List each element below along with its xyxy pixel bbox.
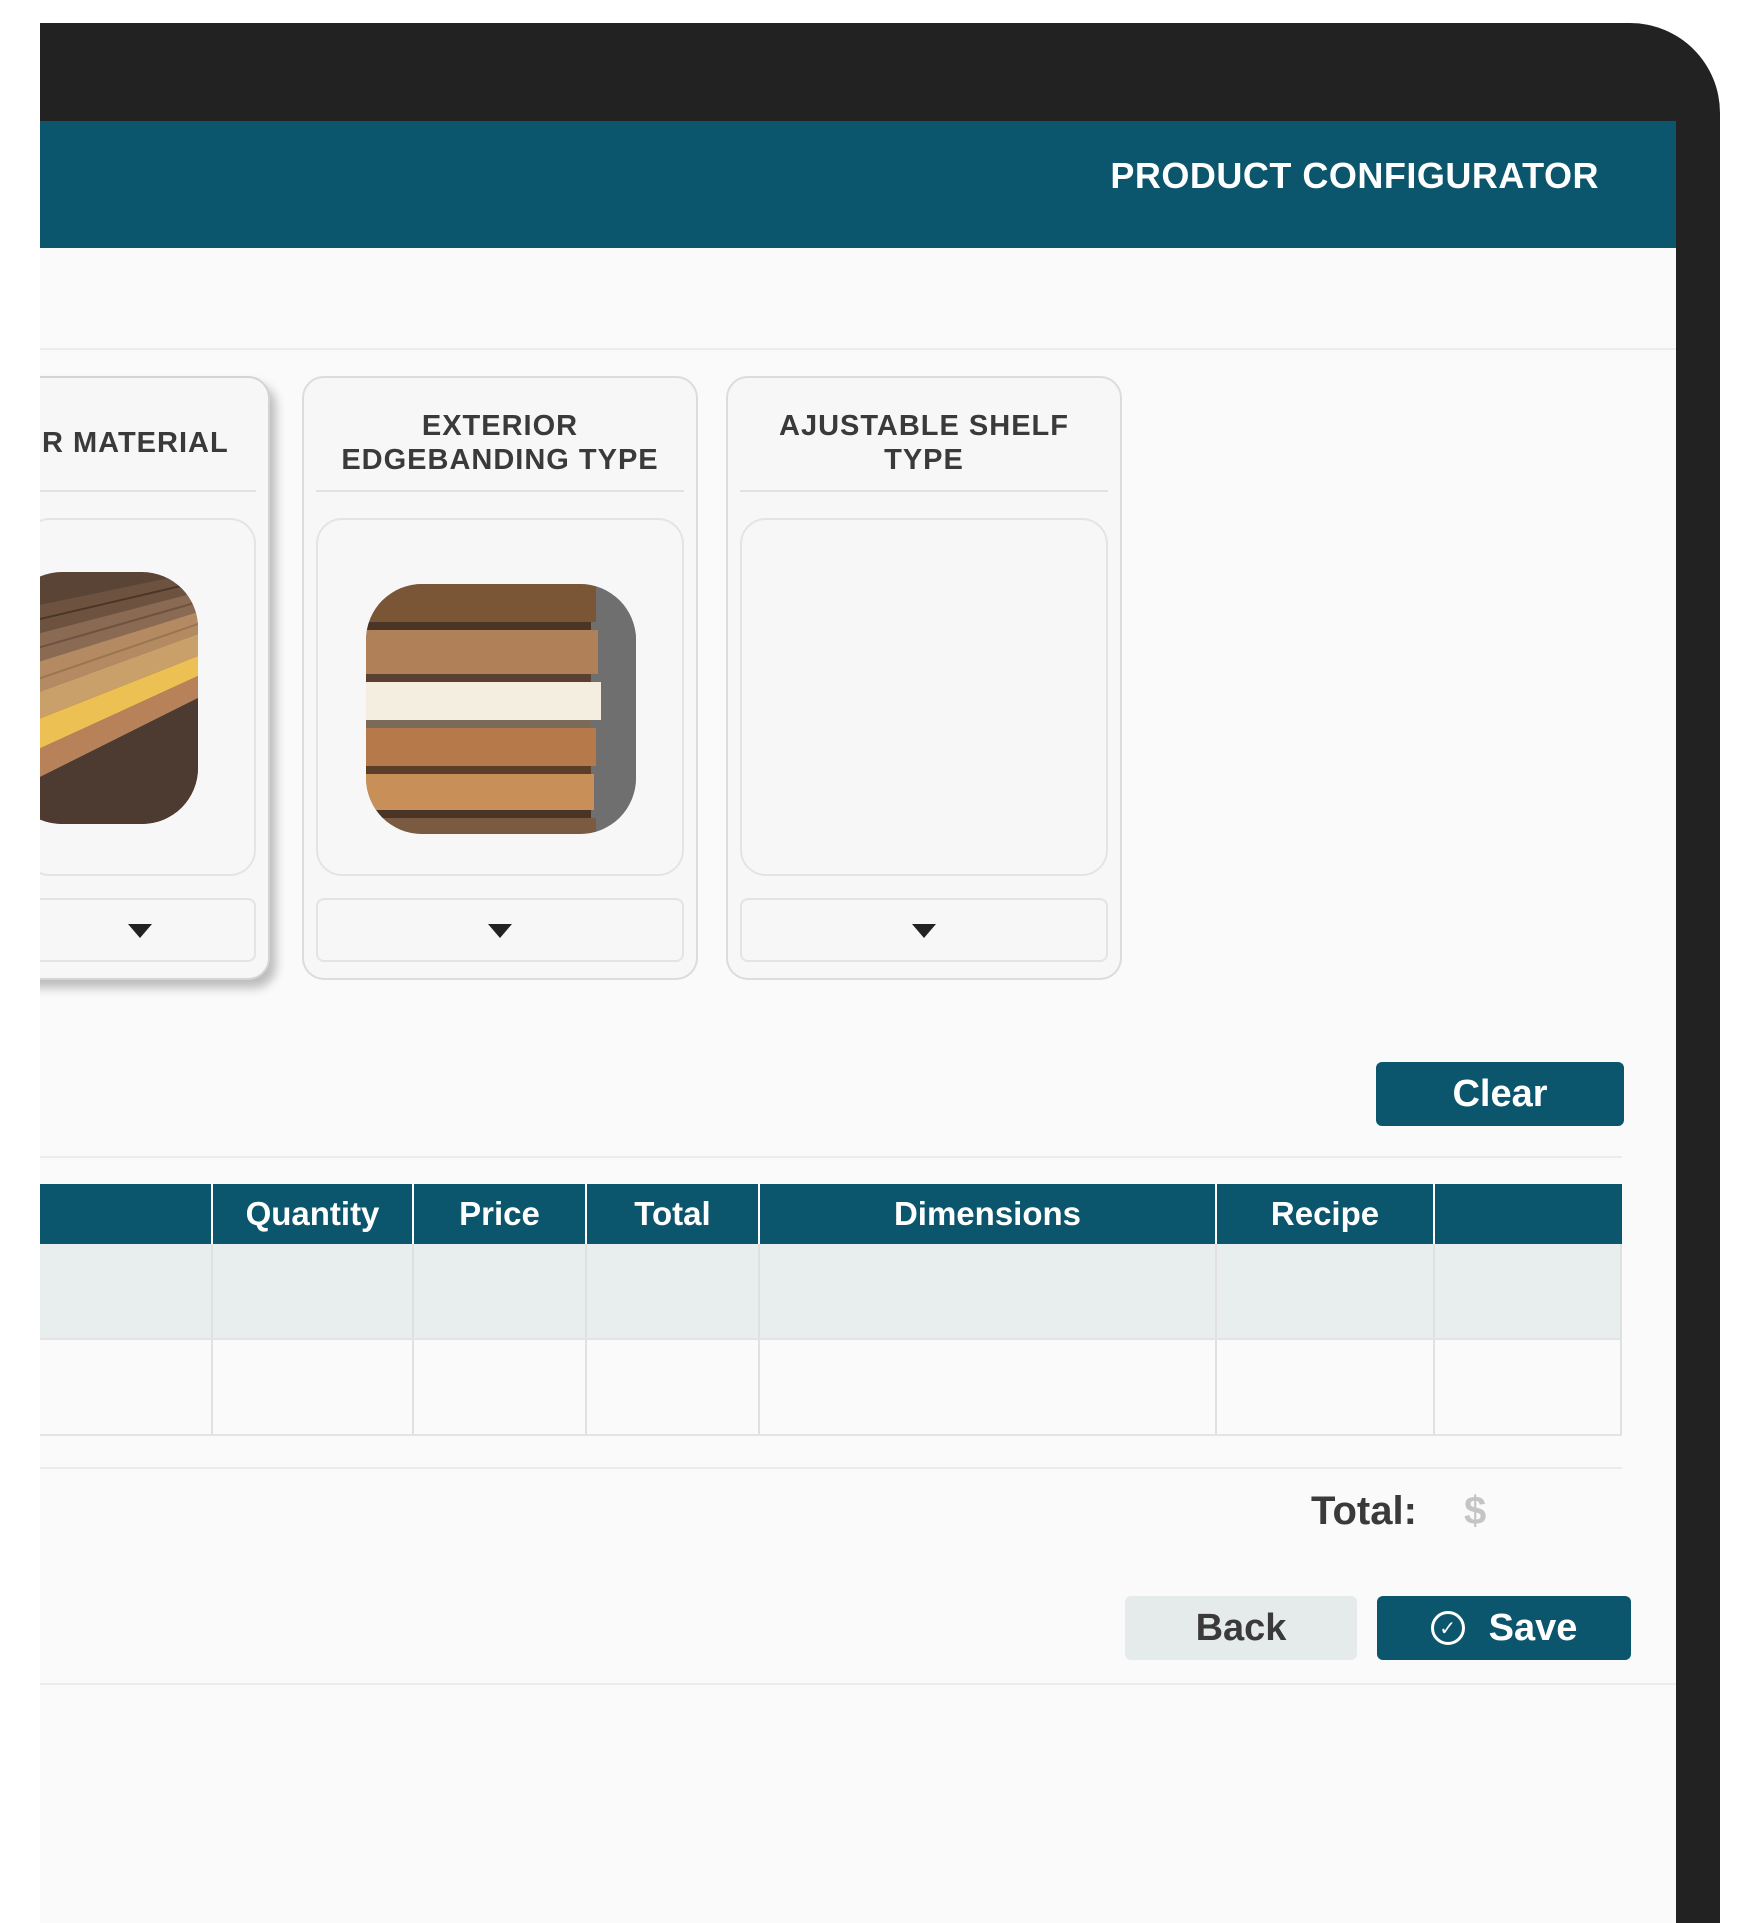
wood-sample-panels-image	[40, 572, 198, 824]
total-label: Total:	[1311, 1489, 1417, 1533]
column-header-extra	[1433, 1184, 1622, 1244]
option-dropdown[interactable]	[740, 898, 1108, 962]
table-cell	[1215, 1244, 1433, 1338]
table-cell	[412, 1340, 585, 1434]
divider	[40, 1683, 1676, 1685]
save-button[interactable]: ✓ Save	[1377, 1596, 1631, 1660]
option-card-exterior-edgebanding[interactable]: EXTERIOR EDGEBANDING TYPE	[302, 376, 698, 980]
divider	[40, 348, 1676, 350]
back-button[interactable]: Back	[1125, 1596, 1357, 1660]
check-circle-icon: ✓	[1430, 1611, 1465, 1645]
option-card-title: AJUSTABLE SHELF TYPE	[779, 410, 1069, 476]
page-title: PRODUCT CONFIGURATOR	[1110, 155, 1599, 196]
column-header-dimensions[interactable]: Dimensions	[758, 1184, 1215, 1244]
divider	[40, 1156, 1622, 1158]
chevron-down-icon	[488, 924, 512, 938]
table-cell	[1215, 1340, 1433, 1434]
table-cell	[1433, 1340, 1622, 1434]
option-image-frame[interactable]	[40, 518, 256, 876]
table-cell	[585, 1244, 758, 1338]
option-dropdown[interactable]	[316, 898, 684, 962]
table-row[interactable]	[40, 1340, 1622, 1436]
option-image-frame[interactable]	[316, 518, 684, 876]
app-screen: PRODUCT CONFIGURATOR R MATERIAL EXTERIOR…	[40, 121, 1676, 1923]
option-card-title: EXTERIOR EDGEBANDING TYPE	[341, 410, 659, 476]
column-header-recipe[interactable]: Recipe	[1215, 1184, 1433, 1244]
edgebanding-rolls-image	[366, 584, 636, 834]
option-card-title: R MATERIAL	[42, 427, 229, 459]
device-frame: PRODUCT CONFIGURATOR R MATERIAL EXTERIOR…	[40, 23, 1720, 1923]
table-cell	[211, 1340, 412, 1434]
clear-button[interactable]: Clear	[1376, 1062, 1624, 1126]
column-header-total[interactable]: Total	[585, 1184, 758, 1244]
table-row[interactable]	[40, 1244, 1622, 1340]
option-card-material[interactable]: R MATERIAL	[40, 376, 270, 980]
table-cell	[758, 1340, 1215, 1434]
app-header: PRODUCT CONFIGURATOR	[40, 121, 1676, 248]
column-header-quantity[interactable]: Quantity	[211, 1184, 412, 1244]
table-header: Quantity Price Total Dimensions Recipe	[40, 1184, 1622, 1244]
table-cell	[1433, 1244, 1622, 1338]
save-button-label: Save	[1488, 1606, 1578, 1649]
table-cell	[758, 1244, 1215, 1338]
divider	[40, 490, 256, 492]
total-value: $	[1464, 1489, 1487, 1533]
divider	[40, 1467, 1622, 1469]
option-image-frame[interactable]	[740, 518, 1108, 876]
option-dropdown[interactable]	[40, 898, 256, 962]
chevron-down-icon	[128, 924, 152, 938]
column-header-price[interactable]: Price	[412, 1184, 585, 1244]
divider	[740, 490, 1108, 492]
table-cell	[585, 1340, 758, 1434]
table-cell	[211, 1244, 412, 1338]
option-card-adjustable-shelf[interactable]: AJUSTABLE SHELF TYPE	[726, 376, 1122, 980]
table-cell	[412, 1244, 585, 1338]
divider	[316, 490, 684, 492]
chevron-down-icon	[912, 924, 936, 938]
